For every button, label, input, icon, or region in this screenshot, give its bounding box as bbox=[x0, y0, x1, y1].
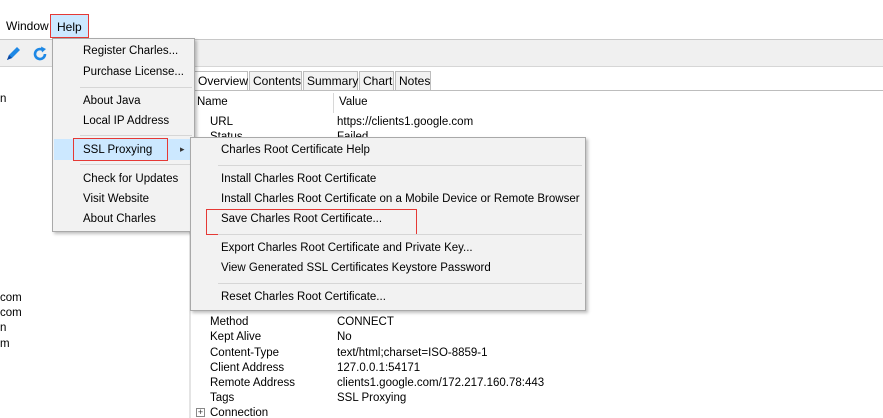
annotation-box bbox=[206, 209, 417, 235]
menu-separator bbox=[80, 164, 192, 165]
column-header-name[interactable]: Name bbox=[197, 96, 228, 108]
menu-item-visit-website[interactable]: Visit Website bbox=[83, 193, 149, 205]
tab-notes[interactable]: Notes bbox=[395, 71, 431, 91]
chevron-right-icon: ▸ bbox=[180, 144, 185, 154]
tab-overview[interactable]: Overview bbox=[194, 71, 248, 91]
menu-help[interactable]: Help bbox=[50, 14, 89, 38]
row-value-tags: SSL Proxying bbox=[337, 392, 407, 404]
list-item[interactable]: com bbox=[0, 292, 22, 304]
menu-item-local-ip[interactable]: Local IP Address bbox=[83, 115, 169, 127]
list-item[interactable]: n bbox=[0, 322, 6, 334]
list-item[interactable]: com bbox=[0, 307, 22, 319]
row-value-url: https://clients1.google.com bbox=[337, 116, 474, 128]
menu-separator bbox=[80, 87, 192, 88]
column-divider[interactable] bbox=[333, 93, 334, 113]
menu-separator bbox=[218, 165, 582, 166]
menu-item-about-java[interactable]: About Java bbox=[83, 95, 141, 107]
row-name-kept-alive: Kept Alive bbox=[210, 331, 262, 343]
row-value-remote-address: clients1.google.com/172.217.160.78:443 bbox=[337, 377, 545, 389]
menu-item-root-cert-help[interactable]: Charles Root Certificate Help bbox=[221, 144, 370, 156]
plus-icon[interactable]: + bbox=[196, 408, 205, 417]
pen-icon[interactable] bbox=[3, 44, 23, 64]
row-name-connection[interactable]: Connection bbox=[210, 407, 268, 418]
row-name-remote-address: Remote Address bbox=[210, 377, 296, 389]
menu-item-reset-root-cert[interactable]: Reset Charles Root Certificate... bbox=[221, 291, 386, 303]
tab-summary[interactable]: Summary bbox=[303, 71, 358, 91]
menu-item-export-root-cert[interactable]: Export Charles Root Certificate and Priv… bbox=[221, 242, 473, 254]
row-name-content-type: Content-Type bbox=[210, 347, 280, 359]
row-value-client-address: 127.0.0.1:54171 bbox=[337, 362, 421, 374]
menu-separator bbox=[218, 234, 582, 235]
menu-item-install-root-cert-mobile[interactable]: Install Charles Root Certificate on a Mo… bbox=[221, 193, 580, 205]
row-name-method: Method bbox=[210, 316, 249, 328]
row-name-url: URL bbox=[210, 116, 234, 128]
column-header-value[interactable]: Value bbox=[339, 96, 368, 108]
row-name-client-address: Client Address bbox=[210, 362, 285, 374]
menu-item-view-keystore-password[interactable]: View Generated SSL Certificates Keystore… bbox=[221, 262, 491, 274]
menu-bar: Window Help bbox=[0, 14, 883, 38]
annotation-box bbox=[73, 138, 168, 161]
list-item[interactable]: n bbox=[0, 93, 6, 105]
help-menu: Register Charles... Purchase License... … bbox=[52, 38, 195, 232]
menu-item-about-charles[interactable]: About Charles bbox=[83, 213, 156, 225]
menu-item-install-root-cert[interactable]: Install Charles Root Certificate bbox=[221, 173, 376, 185]
menu-item-purchase-license[interactable]: Purchase License... bbox=[83, 66, 184, 78]
list-item[interactable]: m bbox=[0, 338, 10, 350]
row-value-method: CONNECT bbox=[337, 316, 394, 328]
refresh-icon[interactable] bbox=[30, 44, 50, 64]
row-value-content-type: text/html;charset=ISO-8859-1 bbox=[337, 347, 488, 359]
row-name-tags: Tags bbox=[210, 392, 235, 404]
menu-separator bbox=[218, 283, 582, 284]
tab-divider bbox=[194, 90, 883, 91]
ssl-proxying-submenu: Charles Root Certificate Help Install Ch… bbox=[190, 137, 586, 311]
tab-contents[interactable]: Contents bbox=[249, 71, 302, 91]
menu-item-check-updates[interactable]: Check for Updates bbox=[83, 173, 178, 185]
menu-window[interactable]: Window bbox=[0, 14, 55, 38]
tab-chart[interactable]: Chart bbox=[359, 71, 394, 91]
menu-separator bbox=[80, 135, 192, 136]
menu-item-register[interactable]: Register Charles... bbox=[83, 45, 178, 57]
row-value-kept-alive: No bbox=[337, 331, 352, 343]
